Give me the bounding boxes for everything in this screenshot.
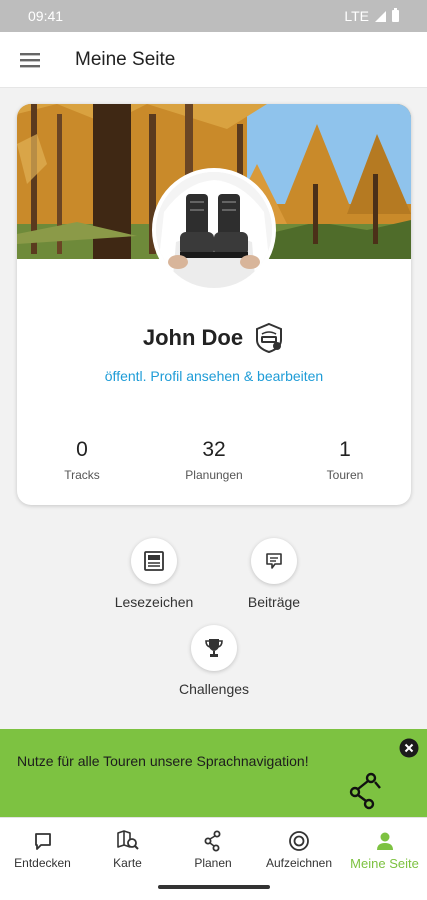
profile-link[interactable]: öffentl. Profil ansehen & bearbeiten [17,368,411,384]
status-indicators: LTE [344,8,399,24]
route-navigation-icon [349,772,381,810]
trophy-button[interactable] [191,625,237,671]
stat-value: 0 [76,438,88,461]
nav-entdecken[interactable]: Entdecken [0,818,85,878]
comment-button[interactable] [251,538,297,584]
profile-card: John Doe öffentl. Profil ansehen & bearb… [17,104,411,505]
bottom-nav: Entdecken Karte Planen Aufzeichnen Meine… [0,817,427,877]
app-bar: Meine Seite [0,32,427,88]
name-row: John Doe [17,322,411,354]
trophy-icon [205,639,223,657]
record-icon [289,831,309,851]
hamburger-icon [20,52,40,67]
nav-label: Planen [194,856,232,870]
stat-value: 32 [202,438,226,461]
close-icon[interactable] [399,738,419,758]
route-plan-icon [204,830,221,852]
stat-label: Touren [326,468,364,482]
status-time: 09:41 [28,8,64,24]
nav-label: Meine Seite [350,856,419,871]
avatar[interactable] [152,168,276,292]
user-name: John Doe [142,325,244,350]
comment-icon [266,553,282,569]
bookmark-icon [144,551,164,571]
shortcut-label: Beiträge [247,594,301,610]
bookmark-button[interactable] [131,538,177,584]
shortcut-label: Lesezeichen [114,594,194,610]
stat-label: Planungen [185,468,243,482]
nav-karte[interactable]: Karte [85,818,170,878]
home-indicator[interactable] [158,885,270,889]
nav-label: Entdecken [14,856,71,870]
stat-tracks[interactable]: 0 Tracks [27,438,137,482]
shortcut-label: Challenges [178,681,250,697]
page-title: Meine Seite [75,48,176,70]
battery-icon [392,8,399,22]
gesture-area [0,877,427,900]
promo-text: Nutze für alle Touren unsere Sprachnavig… [17,753,309,769]
nav-meine-seite[interactable]: Meine Seite [342,818,427,878]
nav-label: Karte [113,856,142,870]
nav-planen[interactable]: Planen [170,818,256,878]
network-label: LTE [344,8,369,24]
map-search-icon [116,830,139,850]
stat-touren[interactable]: 1 Touren [290,438,400,482]
shortcut-beitraege[interactable]: Beiträge [219,538,329,610]
menu-button[interactable] [0,32,60,88]
nav-label: Aufzeichnen [265,856,333,870]
nav-aufzeichnen[interactable]: Aufzeichnen [256,818,342,878]
stat-label: Tracks [64,468,100,482]
person-icon [376,832,393,850]
shortcut-challenges[interactable]: Challenges [159,625,269,697]
signal-icon [375,10,386,22]
chat-bubble-icon [34,833,51,850]
shortcut-lesezeichen[interactable]: Lesezeichen [99,538,209,610]
stat-planungen[interactable]: 32 Planungen [159,438,269,482]
pro-badge-icon [256,322,283,354]
stat-value: 1 [339,438,351,461]
status-bar: 09:41 LTE [0,0,427,32]
